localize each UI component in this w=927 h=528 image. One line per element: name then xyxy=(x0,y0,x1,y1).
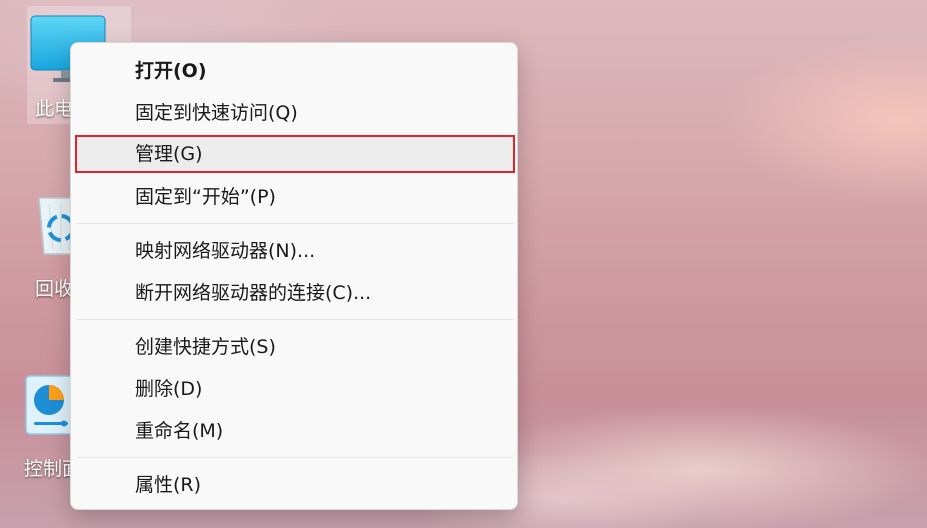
desktop-icon-label: 此电 xyxy=(35,98,74,120)
menu-item-disconnect-network-drive[interactable]: 断开网络驱动器的连接(C)... xyxy=(75,274,515,312)
menu-separator xyxy=(77,457,513,458)
desktop-icon-label: 回收 xyxy=(35,278,74,300)
menu-item-properties[interactable]: 属性(R) xyxy=(75,466,515,504)
menu-item-rename[interactable]: 重命名(M) xyxy=(75,412,515,450)
menu-item-open[interactable]: 打开(O) xyxy=(75,52,515,90)
menu-item-manage[interactable]: 管理(G) xyxy=(75,135,515,173)
menu-separator xyxy=(77,223,513,224)
menu-separator xyxy=(77,319,513,320)
context-menu: 打开(O) 固定到快速访问(Q) 管理(G) 固定到“开始”(P) 映射网络驱动… xyxy=(70,42,518,510)
menu-item-delete[interactable]: 删除(D) xyxy=(75,370,515,408)
menu-item-map-network-drive[interactable]: 映射网络驱动器(N)... xyxy=(75,232,515,270)
menu-item-pin-quick-access[interactable]: 固定到快速访问(Q) xyxy=(75,94,515,132)
menu-item-pin-start[interactable]: 固定到“开始”(P) xyxy=(75,178,515,216)
menu-item-create-shortcut[interactable]: 创建快捷方式(S) xyxy=(75,328,515,366)
